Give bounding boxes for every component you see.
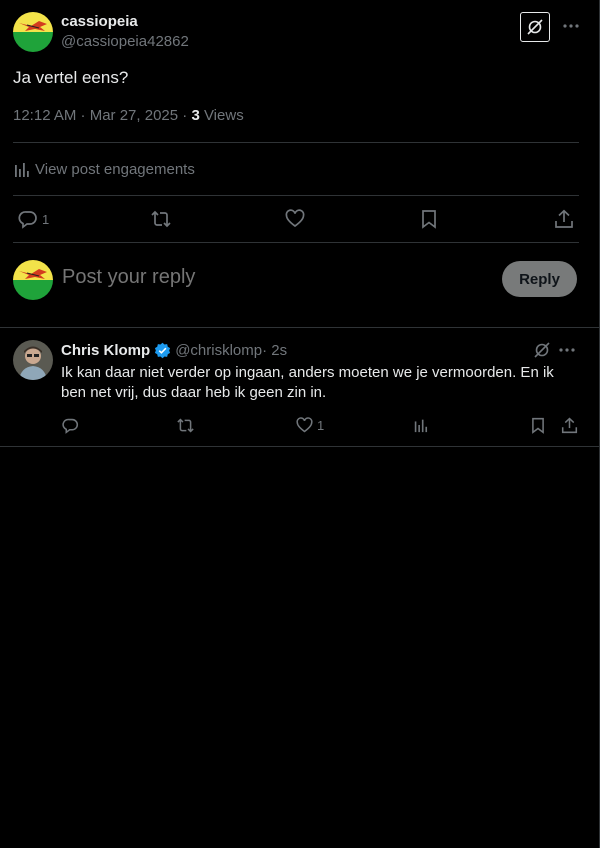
reply-count: 1 <box>42 211 50 227</box>
reply-composer: Reply <box>13 258 579 302</box>
bookmark-button[interactable] <box>420 206 438 232</box>
views-label: Views <box>199 107 244 124</box>
analytics-icon <box>413 417 429 433</box>
reply-bookmark-button[interactable] <box>530 415 546 435</box>
reply-share-button[interactable] <box>561 415 578 435</box>
divider <box>0 446 599 447</box>
grok-button[interactable] <box>520 12 550 42</box>
post-meta: 12:12 AM · Mar 27, 2025 · 3 Views <box>13 107 244 124</box>
share-icon <box>561 416 578 434</box>
reply-action-bar: 1 <box>61 415 581 435</box>
grok-icon <box>533 341 551 359</box>
reply-icon <box>18 209 38 229</box>
post-timestamp[interactable]: 12:12 AM · Mar 27, 2025 · <box>13 107 191 124</box>
reply-text: Ik kan daar niet verder op ingaan, ander… <box>61 364 554 401</box>
post-author-row: cassiopeia @cassiopeia42862 <box>13 12 587 56</box>
more-icon <box>563 24 579 28</box>
reply-reply-button[interactable] <box>62 415 79 435</box>
post-text: Ja vertel eens? <box>13 68 129 87</box>
post-author-handle[interactable]: @cassiopeia42862 <box>61 33 189 50</box>
retweet-icon <box>176 417 195 434</box>
retweet-icon <box>150 209 172 229</box>
reply-button[interactable]: 1 <box>18 206 49 232</box>
reply-avatar[interactable] <box>13 340 53 380</box>
like-icon <box>296 416 313 434</box>
more-icon <box>559 341 575 359</box>
divider <box>13 195 579 196</box>
share-icon <box>554 209 574 229</box>
reply-icon <box>62 417 79 434</box>
view-engagements-link[interactable]: View post engagements <box>13 159 195 179</box>
reply-grok-button[interactable] <box>533 341 551 359</box>
reply-author-handle[interactable]: @chrisklomp <box>175 342 262 359</box>
more-button[interactable] <box>561 16 581 36</box>
reply-retweet-button[interactable] <box>176 415 195 435</box>
reply-submit-button[interactable]: Reply <box>502 261 577 297</box>
reply-author-name[interactable]: Chris Klomp <box>61 342 150 359</box>
share-button[interactable] <box>554 206 574 232</box>
divider <box>13 142 579 143</box>
composer-avatar <box>13 260 53 300</box>
analytics-icon <box>13 161 35 177</box>
reply-more-button[interactable] <box>559 341 575 359</box>
reply-like-button[interactable]: 1 <box>296 415 324 435</box>
reply-views-button[interactable] <box>413 415 429 435</box>
reply-input[interactable] <box>62 266 482 289</box>
like-button[interactable] <box>285 206 305 232</box>
divider <box>13 242 579 243</box>
engagements-label: View post engagements <box>35 160 195 178</box>
bookmark-icon <box>420 209 438 229</box>
like-icon <box>285 209 305 229</box>
views-count: 3 <box>191 107 200 124</box>
reply-header: Chris Klomp @chrisklomp · 2s <box>61 342 287 359</box>
bookmark-icon <box>530 417 546 434</box>
post-action-bar: 1 <box>13 206 579 232</box>
retweet-button[interactable] <box>150 206 172 232</box>
grok-icon <box>526 18 544 36</box>
verified-badge-icon[interactable] <box>154 342 171 359</box>
post-author-name[interactable]: cassiopeia <box>61 13 138 30</box>
reply-post[interactable]: Chris Klomp @chrisklomp · 2s Ik kan daar… <box>0 328 599 446</box>
reply-time[interactable]: · 2s <box>262 342 287 359</box>
reply-like-count: 1 <box>317 417 325 433</box>
avatar[interactable] <box>13 12 53 52</box>
